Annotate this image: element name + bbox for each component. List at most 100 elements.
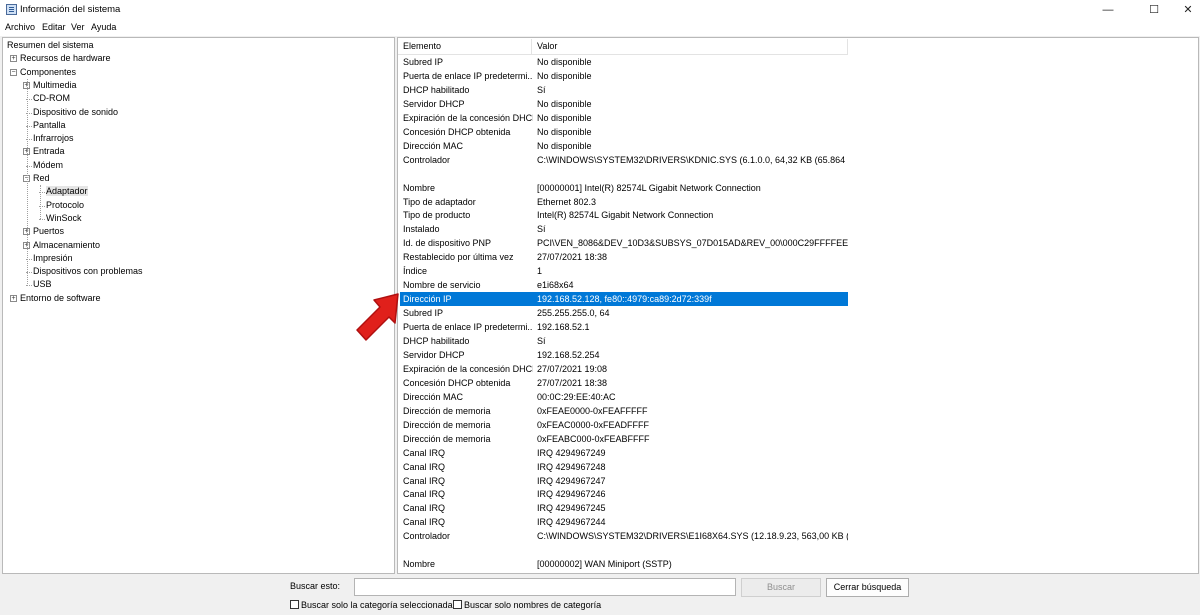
list-row[interactable]: Servidor DHCP No disponible [400, 97, 848, 111]
list-cell-element: Nombre [403, 182, 436, 193]
list-row[interactable]: Instalado Sí [400, 222, 848, 236]
menu-archivo[interactable]: Archivo [5, 22, 35, 32]
list-cell-value: Intel(R) 82574L Gigabit Network Connecti… [537, 210, 714, 221]
search-button[interactable]: Buscar [741, 578, 821, 597]
tree-item[interactable]: Multimedia [33, 79, 77, 92]
tree-item[interactable]: Almacenamiento [33, 239, 100, 252]
window-title: Información del sistema [20, 4, 121, 15]
list-row[interactable]: Dirección de memoria 0xFEABC000-0xFEABFFF… [400, 432, 848, 446]
list-row[interactable]: DHCP habilitado Sí [400, 334, 848, 348]
list-row[interactable]: Servidor DHCP 192.168.52.254 [400, 348, 848, 362]
search-category-names-checkbox[interactable]: Buscar solo nombres de categoría [453, 600, 601, 611]
list-row[interactable]: Dirección MAC 00:0C:29:EE:40:AC [400, 390, 848, 404]
list-cell-value: C:\WINDOWS\SYSTEM32\DRIVERS\E1I68X64.SYS… [537, 531, 848, 542]
search-input[interactable] [354, 578, 736, 596]
details-list[interactable]: Elemento Valor Subred IP No disponible Pue… [397, 37, 1199, 574]
list-row[interactable]: Canal IRQ IRQ 4294967244 [400, 515, 848, 529]
list-row[interactable]: Dirección IP 192.168.52.128, fe80::4979:c… [400, 292, 848, 307]
list-row[interactable]: Dirección MAC No disponible [400, 139, 848, 153]
tree-item[interactable]: Entrada [33, 145, 65, 158]
expand-icon[interactable]: + [10, 55, 17, 63]
list-row[interactable]: Canal IRQ IRQ 4294967246 [400, 487, 848, 501]
list-row[interactable]: Puerta de enlace IP predetermi... 192.168… [400, 320, 848, 334]
list-row[interactable]: Tipo de producto Intel(R) 82574L Gigabit … [400, 208, 848, 222]
search-selected-category-checkbox[interactable]: Buscar solo la categoría seleccionada [290, 600, 453, 611]
list-row[interactable]: Controlador C:\WINDOWS\SYSTEM32\DRIVERS\K… [400, 153, 848, 167]
expand-icon[interactable]: + [10, 294, 17, 302]
list-cell-value: Sí [537, 84, 546, 95]
column-header-value[interactable]: Valor [532, 38, 557, 55]
search-label: Buscar esto: [290, 581, 341, 591]
list-row[interactable]: Nombre [00000002] WAN Miniport (SSTP) [400, 557, 848, 571]
collapse-icon[interactable]: − [10, 68, 17, 76]
list-cell-element: Canal IRQ [403, 517, 446, 528]
list-row[interactable]: Restablecido por última vez 27/07/2021 18… [400, 250, 848, 264]
category-tree[interactable]: Resumen del sistema Recursos de hardware +… [2, 37, 395, 574]
list-row[interactable]: Canal IRQ IRQ 4294967245 [400, 501, 848, 515]
tree-item-label: CD-ROM [33, 93, 70, 104]
list-cell-value: IRQ 4294967248 [537, 461, 606, 472]
tree-item[interactable]: Recursos de hardware [20, 52, 111, 65]
list-row[interactable]: Tipo de adaptador Ethernet 802.3 [400, 195, 848, 209]
tree-item[interactable]: WinSock [46, 212, 82, 225]
tree-item[interactable]: Impresión [33, 252, 73, 265]
list-row[interactable] [400, 543, 848, 557]
list-cell-element: Canal IRQ [403, 461, 446, 472]
list-header: Elemento Valor [398, 38, 848, 55]
tree-item[interactable]: Entorno de software [20, 292, 101, 305]
tree-item[interactable]: Módem [33, 159, 63, 172]
close-button[interactable]: ✕ [1165, 0, 1200, 20]
list-row[interactable]: Id. de dispositivo PNP PCI\VEN_8086&DEV_1… [400, 236, 848, 250]
tree-item[interactable]: Adaptador [46, 185, 88, 198]
list-row[interactable]: Subred IP No disponible [400, 55, 848, 69]
list-row[interactable]: Puerta de enlace IP predetermi... No disp… [400, 69, 848, 83]
checkbox-box[interactable] [453, 600, 462, 609]
list-row[interactable]: Dirección de memoria 0xFEAC0000-0xFEADFFF… [400, 418, 848, 432]
list-row[interactable]: DHCP habilitado Sí [400, 83, 848, 97]
tree-item[interactable]: Dispositivo de sonido [33, 106, 118, 119]
list-row[interactable]: Índice 1 [400, 264, 848, 278]
menu-ver[interactable]: Ver [71, 22, 85, 32]
tree-item[interactable]: Puertos [33, 225, 64, 238]
list-row[interactable]: Subred IP 255.255.255.0, 64 [400, 306, 848, 320]
list-cell-element: Dirección de memoria [403, 405, 491, 416]
tree-item[interactable]: Componentes [20, 66, 76, 79]
list-cell-element: Canal IRQ [403, 447, 446, 458]
list-cell-element: Índice [403, 266, 428, 277]
list-row[interactable]: Concesión DHCP obtenida No disponible [400, 125, 848, 139]
list-cell-element: Nombre [403, 559, 436, 570]
list-cell-element: DHCP habilitado [403, 336, 470, 346]
column-separator[interactable] [847, 39, 848, 54]
list-row[interactable]: Expiración de la concesión DHCP 27/07/202… [400, 362, 848, 376]
tree-item[interactable]: USB [33, 278, 52, 291]
minimize-button[interactable]: — [1085, 0, 1131, 20]
column-header-element[interactable]: Elemento [398, 38, 441, 55]
list-cell-element: Expiración de la concesión DHCP [403, 363, 533, 374]
list-row[interactable]: Dirección de memoria 0xFEAE0000-0xFEAFFFF… [400, 404, 848, 418]
list-row[interactable]: Concesión DHCP obtenida 27/07/2021 18:38 [400, 376, 848, 390]
tree-item[interactable]: Dispositivos con problemas [33, 265, 143, 278]
tree-item[interactable]: Infrarrojos [33, 132, 74, 145]
list-cell-value: 27/07/2021 19:08 [537, 363, 608, 374]
list-row[interactable]: Controlador C:\WINDOWS\SYSTEM32\DRIVERS\E… [400, 529, 848, 543]
tree-item[interactable]: Protocolo [46, 199, 84, 212]
list-row[interactable]: Canal IRQ IRQ 4294967249 [400, 446, 848, 460]
list-cell-element: Expiración de la concesión DHCP [403, 112, 533, 123]
list-cell-value: 0xFEABC000-0xFEABFFFF [537, 433, 650, 444]
list-row[interactable]: Nombre [00000001] Intel(R) 82574L Gigabit… [400, 181, 848, 195]
list-row[interactable]: Expiración de la concesión DHCP No dispon… [400, 111, 848, 125]
tree-item[interactable]: Pantalla [33, 119, 66, 132]
list-row[interactable]: Canal IRQ IRQ 4294967247 [400, 474, 848, 488]
list-cell-element: Dirección MAC [403, 391, 464, 402]
tree-item[interactable]: Resumen del sistema [7, 39, 94, 52]
tree-item[interactable]: CD-ROM [33, 92, 70, 105]
list-row[interactable] [400, 167, 848, 181]
tree-item[interactable]: Red [33, 172, 50, 185]
close-search-button[interactable]: Cerrar búsqueda [826, 578, 909, 597]
list-cell-value: IRQ 4294967247 [537, 475, 606, 486]
menu-editar[interactable]: Editar [42, 22, 66, 32]
list-row[interactable]: Canal IRQ IRQ 4294967248 [400, 460, 848, 474]
checkbox-box[interactable] [290, 600, 299, 609]
list-row[interactable]: Nombre de servicio e1i68x64 [400, 278, 848, 292]
menu-ayuda[interactable]: Ayuda [91, 22, 116, 32]
